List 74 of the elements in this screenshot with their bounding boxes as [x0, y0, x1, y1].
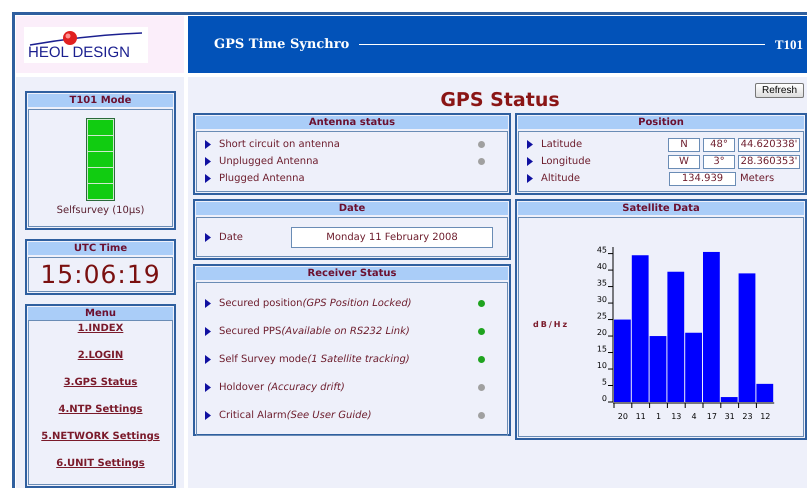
tick-label: 25 [596, 312, 607, 321]
tick-label: 17 [706, 412, 717, 421]
triangle-bullet-icon [205, 298, 211, 308]
status-label: Critical Alarm(See User Guide) [219, 410, 373, 420]
panel-title: Satellite Data [518, 202, 804, 215]
coordinate-value: W [668, 154, 700, 168]
menu-link[interactable]: 4.NTP Settings [58, 404, 142, 415]
status-label: Unplugged Antenna [219, 156, 320, 167]
coordinate-value: 134.939 [669, 172, 736, 186]
coordinate-value: 44.620338' [738, 138, 800, 152]
coordinate-value: 48° [703, 138, 735, 152]
refresh-button[interactable]: Refresh [754, 83, 804, 98]
tick-label: 10 [596, 361, 607, 370]
unit-label: Meters [740, 173, 776, 184]
triangle-bullet-icon [205, 174, 211, 183]
coordinate-value: 3° [703, 154, 735, 168]
status-label: Secured PPS(Available on RS232 Link) [219, 326, 411, 336]
logo: HEOL DESIGN [24, 26, 148, 62]
menu-link[interactable]: 1.INDEX [78, 323, 124, 334]
tick-label: 5 [602, 378, 607, 386]
triangle-bullet-icon [205, 326, 211, 336]
panel-title: UTC Time [28, 242, 173, 255]
panel-title: Date [196, 202, 508, 215]
tick-label: 30 [596, 295, 607, 304]
status-label: Self Survey mode(1 Satellite tracking) [219, 354, 411, 364]
tick-label: 0 [602, 394, 607, 403]
tick-label: 15 [596, 344, 607, 354]
status-label: Plugged Antenna [219, 173, 306, 184]
panel-title: Receiver Status [196, 267, 508, 280]
model-name: T101 [774, 36, 803, 52]
date-field: Monday 11 February 2008 [291, 226, 493, 248]
page-title: GPS Status [440, 89, 560, 111]
tick-label: 31 [724, 412, 735, 421]
triangle-bullet-icon [205, 354, 211, 364]
mode-caption: Selfsurvey (10µs) [56, 205, 146, 216]
tick-label: 4 [692, 412, 697, 421]
menu-link[interactable]: 5.NETWORK Settings [41, 431, 160, 442]
tick-label: 12 [760, 412, 770, 421]
menu-link[interactable]: 6.UNIT Settings [56, 458, 145, 469]
utc-time: 15:06:19 [39, 259, 162, 291]
tick-label: 13 [671, 412, 682, 421]
triangle-bullet-icon [527, 140, 533, 149]
triangle-bullet-icon [205, 382, 211, 392]
status-label: Short circuit on antenna [219, 139, 341, 150]
axis-label: dB/Hz [533, 320, 570, 329]
coordinate-label: Longitude [541, 156, 592, 167]
tick-label: 35 [596, 278, 607, 288]
triangle-bullet-icon [205, 140, 211, 149]
tick-label: 20 [596, 328, 607, 338]
panel-title: Position [518, 116, 804, 129]
menu-link[interactable]: 3.GPS Status [64, 377, 138, 388]
panel-title: Antenna status [196, 116, 508, 129]
panel-title: T101 Mode [28, 94, 173, 107]
coordinate-label: Altitude [541, 173, 582, 184]
panel-title: Menu [28, 307, 173, 320]
tick-label: 45 [596, 246, 607, 255]
tick-label: 20 [618, 412, 628, 421]
app-title: GPS Time Synchro [214, 37, 350, 52]
triangle-bullet-icon [205, 232, 211, 242]
triangle-bullet-icon [527, 157, 533, 166]
date-label: Date [219, 232, 244, 242]
coordinate-value: 28.360353' [738, 154, 800, 168]
triangle-bullet-icon [205, 410, 211, 420]
triangle-bullet-icon [527, 174, 533, 183]
tick-label: 40 [596, 262, 607, 272]
status-label: Secured position(GPS Position Locked) [219, 298, 413, 308]
coordinate-label: Latitude [541, 139, 584, 150]
status-label: Holdover (Accuracy drift) [219, 382, 346, 392]
triangle-bullet-icon [205, 157, 211, 166]
tick-label: 23 [742, 412, 753, 421]
coordinate-value: N [668, 138, 700, 152]
tick-label: 1 [656, 412, 662, 421]
menu-link[interactable]: 2.LOGIN [78, 350, 124, 361]
tick-label: 11 [636, 412, 646, 421]
